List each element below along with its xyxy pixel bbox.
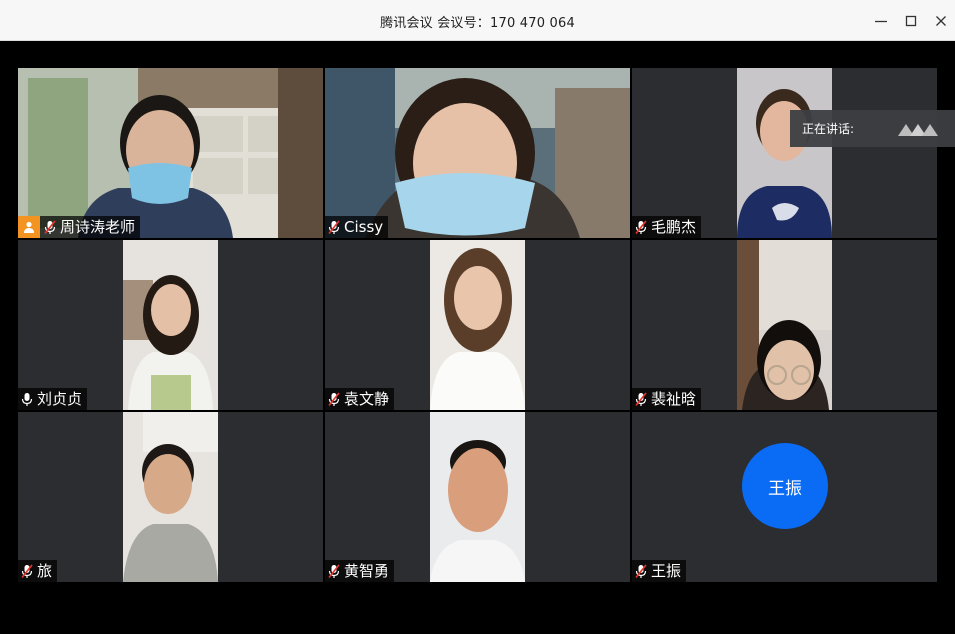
participant-name: 黄智勇 [344,562,390,580]
participant-video [737,68,832,238]
participant-tile[interactable]: 刘贞贞 [18,240,323,410]
maximize-button[interactable] [899,9,923,33]
avatar-text: 王振 [768,478,802,499]
speaking-signal-icon [898,123,939,136]
participant-namebar: 裴祉晗 [632,388,702,410]
mic-muted-icon [20,563,34,579]
avatar: 王振 [742,443,828,529]
participant-video [430,412,525,582]
mic-muted-icon [634,391,648,407]
participant-video [430,240,525,410]
minimize-button[interactable] [869,9,893,33]
participant-name: 毛鹏杰 [651,218,697,236]
mic-icon [20,391,34,407]
participant-namebar: 黄智勇 [325,560,395,582]
participant-tile[interactable]: 王振 王振 [632,412,937,582]
participant-video [123,412,218,582]
participant-tile[interactable]: 黄智勇 [325,412,630,582]
participant-namebar: 旅 [18,560,58,582]
title-bar: 腾讯会议 会议号：170 470 064 [0,0,955,41]
participant-name: 旅 [37,562,53,580]
mic-muted-icon [43,219,57,235]
participant-tile[interactable]: 裴祉晗 [632,240,937,410]
participant-namebar: Cissy [325,216,389,238]
participant-video [18,68,323,238]
maximize-icon [905,15,917,27]
host-icon [18,216,40,238]
minimize-icon [875,20,887,23]
participant-namebar: 刘贞贞 [18,388,88,410]
close-icon [936,16,946,26]
participant-name: Cissy [344,218,384,236]
participant-tile[interactable]: Cissy [325,68,630,238]
participant-video [737,240,832,410]
participant-name: 王振 [651,562,682,580]
participant-namebar: 毛鹏杰 [632,216,702,238]
mic-muted-icon [327,391,341,407]
mic-muted-icon [327,563,341,579]
participant-tile[interactable]: 周诗涛老师 [18,68,323,238]
mic-muted-icon [634,563,648,579]
participant-namebar: 周诗涛老师 [18,216,141,238]
participant-tile[interactable]: 袁文静 [325,240,630,410]
speaking-indicator: 正在讲话: [790,110,955,147]
participant-name: 袁文静 [344,390,390,408]
participant-tile[interactable]: 毛鹏杰 [632,68,937,238]
participant-namebar: 王振 [632,560,687,582]
close-button[interactable] [929,9,953,33]
speaking-label: 正在讲话: [802,122,855,136]
participant-video [123,240,218,410]
participant-name: 裴祉晗 [651,390,697,408]
window-title: 腾讯会议 会议号：170 470 064 [380,16,575,31]
participant-namebar: 袁文静 [325,388,395,410]
mic-muted-icon [327,219,341,235]
participant-name: 刘贞贞 [37,390,83,408]
participant-video [325,68,630,238]
participant-name: 周诗涛老师 [60,218,136,236]
mic-muted-icon [634,219,648,235]
participant-tile[interactable]: 旅 [18,412,323,582]
